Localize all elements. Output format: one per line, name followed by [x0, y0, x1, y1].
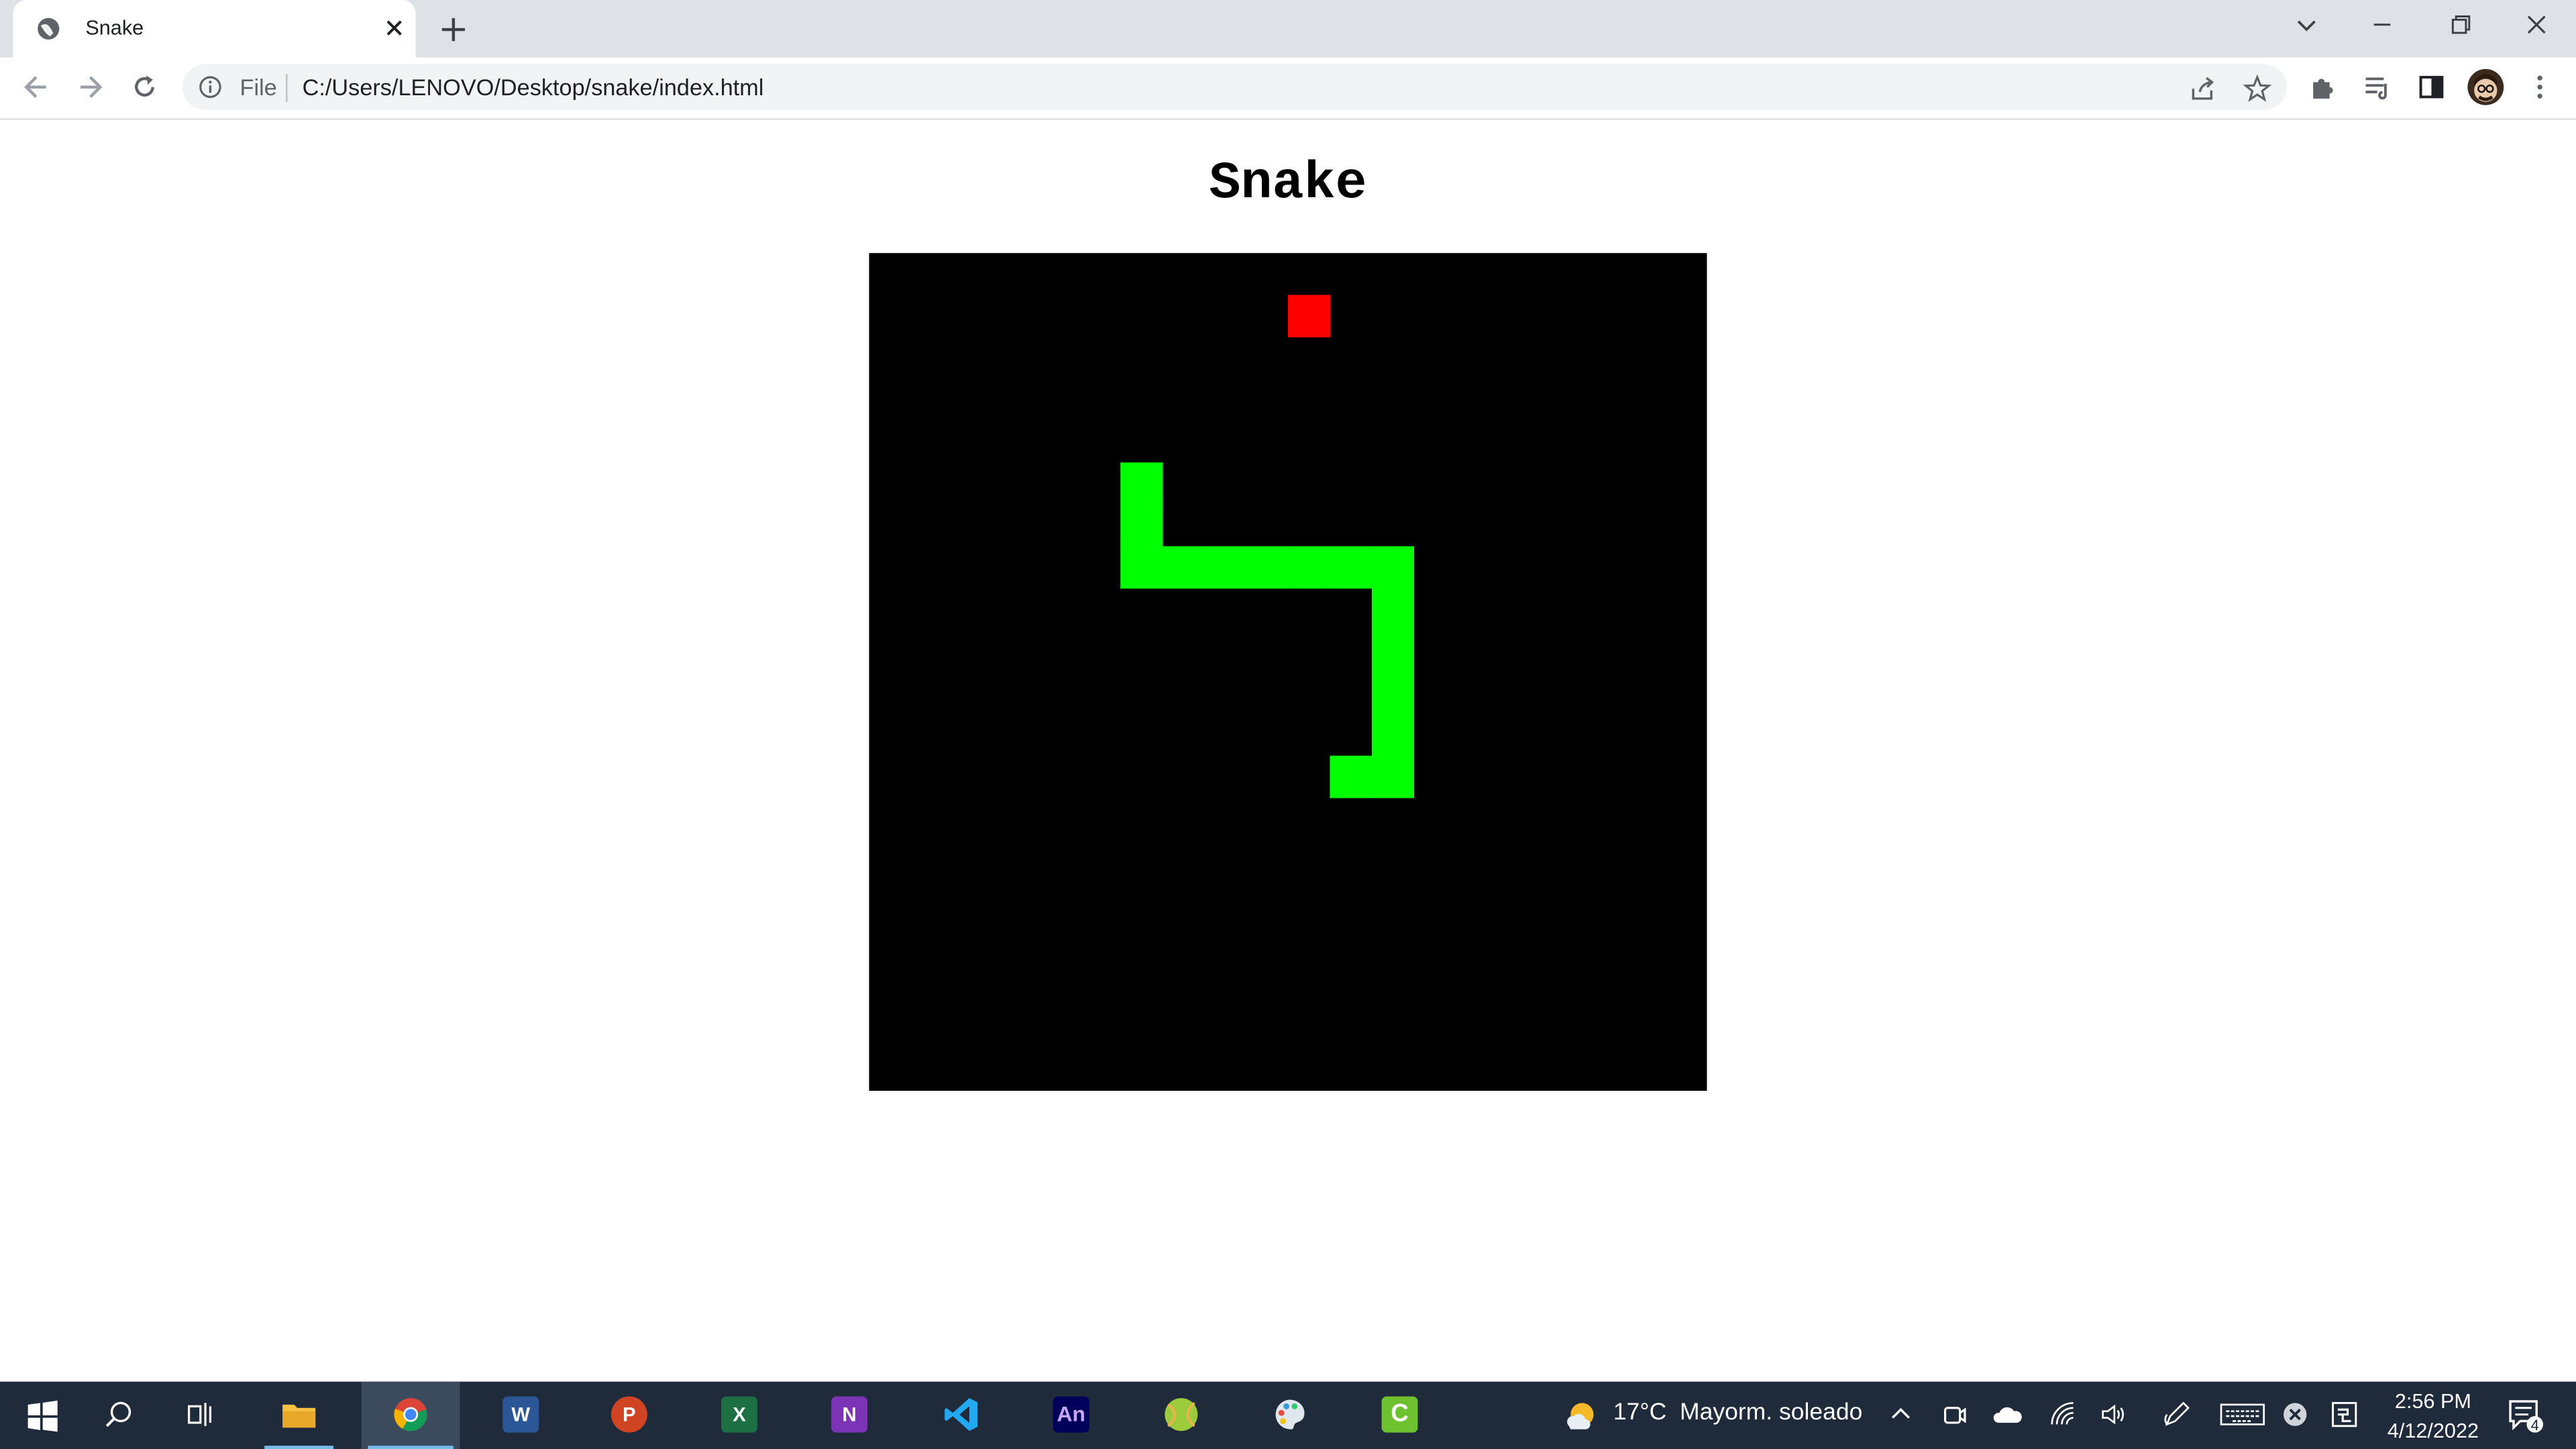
more-menu-icon[interactable]: [2525, 72, 2555, 102]
tab-strip: Snake: [0, 0, 2576, 58]
powerpoint-icon: P: [611, 1396, 647, 1433]
snake-segment: [1371, 672, 1415, 714]
board-background: [869, 253, 1707, 1091]
forward-arrow-icon[interactable]: [74, 70, 107, 103]
notifications-icon[interactable]: 4: [2507, 1398, 2546, 1434]
pen-icon[interactable]: [2162, 1400, 2192, 1430]
snake-segment: [1204, 546, 1247, 589]
restore-icon[interactable]: [2440, 10, 2479, 43]
active-indicator: [264, 1446, 334, 1449]
folder-icon: [282, 1404, 316, 1428]
chevron-up-icon[interactable]: [1886, 1400, 1915, 1430]
snake-segment: [1371, 588, 1415, 631]
snake-segment: [1120, 504, 1163, 547]
snake-segment: [1371, 714, 1415, 757]
taskbar-app-word[interactable]: W: [480, 1382, 561, 1449]
taskbar: W P X N An C 17°C Mayorm. soleado 2:56 P…: [0, 1381, 2576, 1449]
browser-toolbar: File C:/Users/LENOVO/Desktop/snake/index…: [0, 57, 2576, 120]
taskbar-app-paint[interactable]: [1248, 1382, 1330, 1449]
url-text[interactable]: C:/Users/LENOVO/Desktop/snake/index.html: [303, 74, 764, 100]
taskbar-app-excel[interactable]: X: [698, 1382, 780, 1449]
word-icon: W: [502, 1396, 539, 1433]
reload-icon[interactable]: [128, 70, 161, 103]
tab-title: Snake: [85, 16, 144, 40]
snake-segment: [1371, 755, 1415, 798]
tennis-ball-icon: [1165, 1398, 1198, 1432]
snake-segment: [1120, 546, 1163, 589]
food-apple: [1288, 294, 1331, 337]
paint-palette-icon: [1275, 1399, 1305, 1430]
meet-now-icon[interactable]: [1940, 1400, 1970, 1430]
share-icon[interactable]: [2188, 74, 2218, 103]
weather-widget[interactable]: 17°C Mayorm. soleado: [1613, 1400, 1862, 1426]
snake-segment: [1288, 546, 1331, 589]
search-icon[interactable]: [103, 1400, 133, 1430]
avatar-face-icon: [2474, 74, 2498, 102]
browser-tab[interactable]: Snake: [13, 0, 416, 58]
media-queue-icon[interactable]: [2363, 72, 2392, 102]
info-icon[interactable]: [199, 76, 221, 99]
active-indicator: [368, 1446, 453, 1449]
volume-icon[interactable]: [2100, 1400, 2129, 1430]
taskbar-app-vscode[interactable]: [920, 1382, 1002, 1449]
snake-head: [1330, 755, 1373, 798]
game-board[interactable]: [869, 253, 1707, 1091]
notification-count: 4: [2531, 1417, 2539, 1434]
address-separator: [286, 74, 288, 102]
back-arrow-icon[interactable]: [19, 70, 52, 103]
snake-segment: [1371, 546, 1415, 589]
taskbar-app-animate[interactable]: An: [1030, 1382, 1112, 1449]
close-tab-icon[interactable]: [381, 15, 407, 41]
close-circle-icon[interactable]: [2280, 1400, 2310, 1430]
taskbar-app-onenote[interactable]: N: [808, 1382, 890, 1449]
windows-start-icon[interactable]: [26, 1400, 59, 1433]
snake-segment: [1246, 546, 1289, 589]
onedrive-cloud-icon[interactable]: [1993, 1400, 2023, 1430]
taskbar-app-tennis-ball[interactable]: [1140, 1382, 1222, 1449]
clock-time: 2:56 PM: [2394, 1389, 2471, 1413]
touch-keyboard-icon[interactable]: [2220, 1400, 2266, 1430]
extensions-icon[interactable]: [2308, 72, 2338, 102]
taskbar-app-chrome[interactable]: [361, 1381, 460, 1449]
page-title: Snake: [1209, 152, 1367, 214]
snake-segment: [1120, 462, 1163, 505]
scheme-label: File: [239, 74, 277, 101]
snake-segment: [1162, 546, 1205, 589]
close-window-icon[interactable]: [2517, 10, 2557, 43]
minimize-icon[interactable]: [2363, 10, 2402, 43]
side-panel-icon[interactable]: [2416, 72, 2446, 102]
vscode-icon: [945, 1398, 978, 1432]
taskbar-app-camtasia[interactable]: C: [1358, 1382, 1440, 1449]
excel-icon: X: [721, 1396, 757, 1433]
globe-icon: [38, 17, 60, 40]
weather-condition: Mayorm. soleado: [1680, 1399, 1863, 1426]
address-bar[interactable]: File C:/Users/LENOVO/Desktop/snake/index…: [182, 64, 2287, 111]
chrome-icon: [394, 1398, 427, 1432]
profile-avatar[interactable]: [2467, 68, 2504, 105]
wifi-icon[interactable]: [2049, 1400, 2078, 1430]
taskbar-app-file-explorer[interactable]: [258, 1382, 339, 1449]
taskbar-app-powerpoint[interactable]: P: [588, 1382, 670, 1449]
weather-temperature: 17°C: [1613, 1399, 1667, 1426]
star-icon[interactable]: [2243, 74, 2272, 103]
clock-date: 4/12/2022: [2387, 1419, 2479, 1443]
snake-segment: [1371, 630, 1415, 673]
task-view-icon[interactable]: [186, 1400, 215, 1430]
snake-segment: [1330, 546, 1373, 589]
camtasia-icon: C: [1381, 1396, 1418, 1433]
onenote-icon: N: [831, 1396, 868, 1433]
input-language-icon[interactable]: [2330, 1400, 2359, 1430]
clock[interactable]: 2:56 PM 4/12/2022: [2375, 1387, 2490, 1446]
animate-icon: An: [1053, 1396, 1089, 1433]
weather-sun-cloud-icon[interactable]: [1564, 1400, 1597, 1433]
tab-search-icon[interactable]: [2287, 10, 2326, 43]
new-tab-icon[interactable]: [437, 13, 470, 46]
